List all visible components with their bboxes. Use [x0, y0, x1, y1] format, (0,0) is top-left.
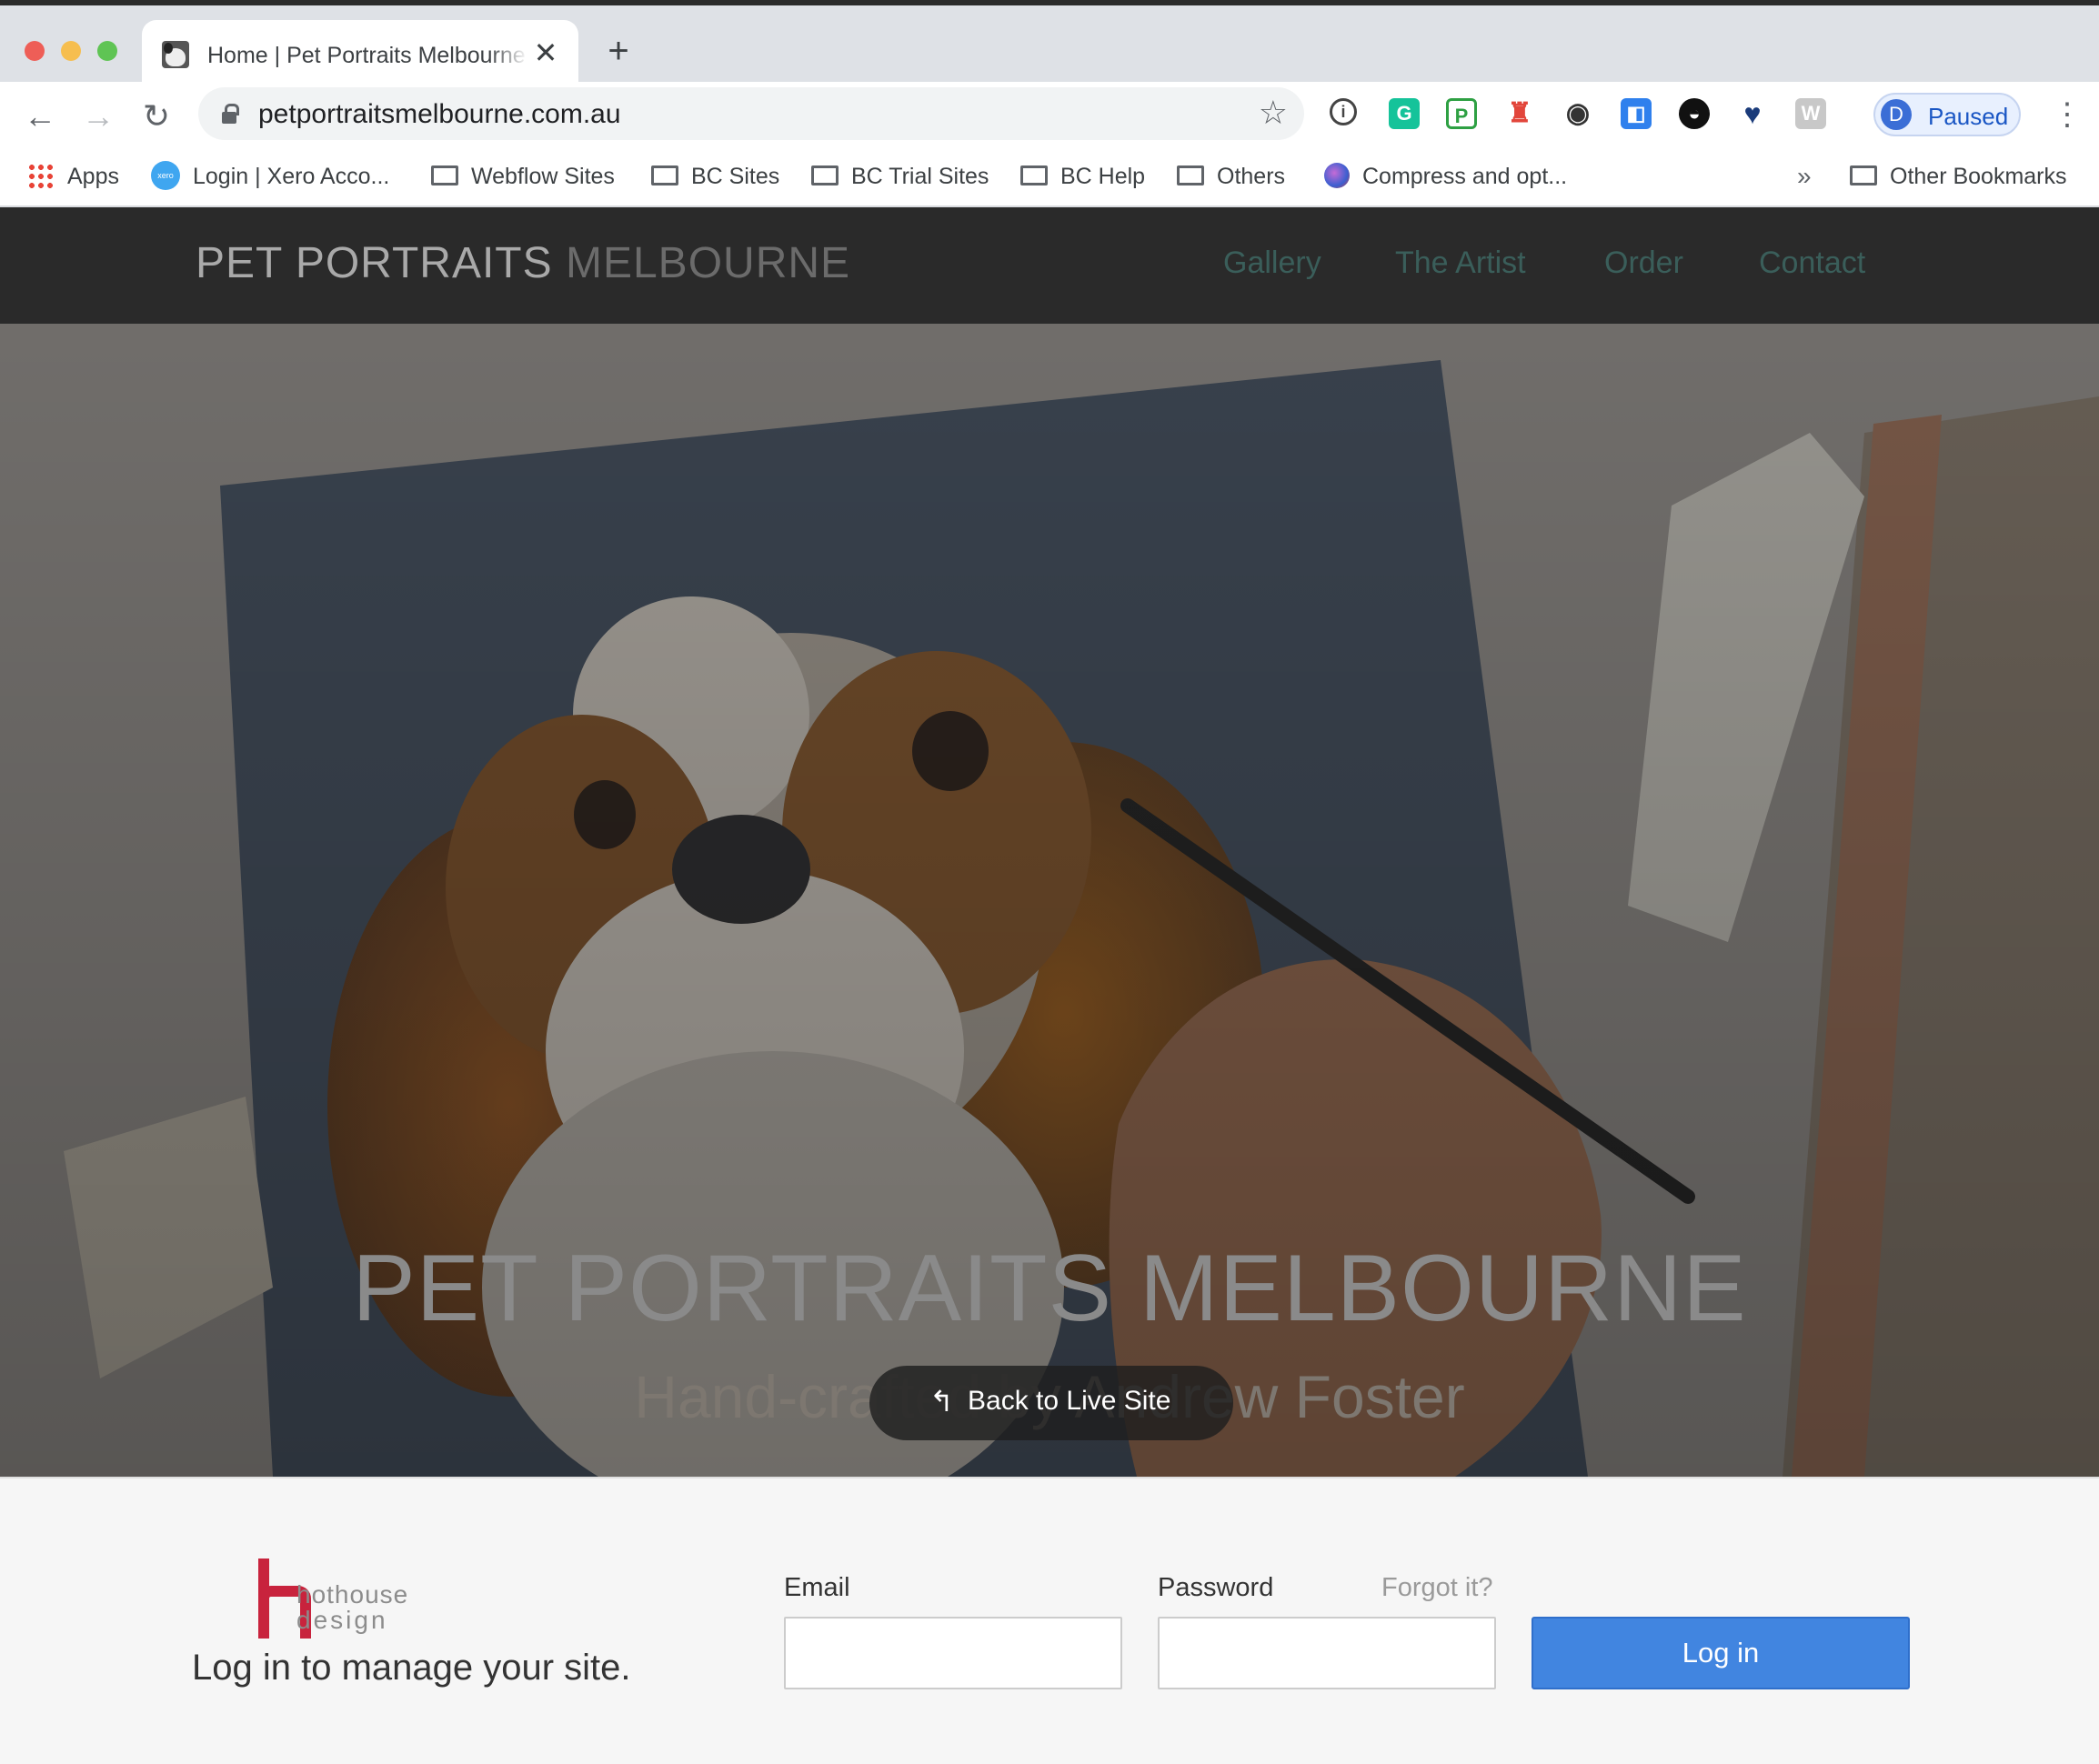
eye-mask-icon[interactable]: ◒	[1679, 98, 1710, 129]
hothouse-design-logo: hothouse design	[258, 1559, 422, 1639]
heart-extension-icon[interactable]: ♥	[1737, 98, 1768, 129]
brand-main: PET PORTRAITS	[196, 239, 553, 287]
tag-extension-icon[interactable]: ◧	[1621, 98, 1652, 129]
tab-title: Home | Pet Portraits Melbourne	[207, 43, 526, 68]
nav-link-order[interactable]: Order	[1604, 246, 1683, 281]
email-label: Email	[784, 1573, 850, 1602]
password-manager-icon[interactable]: i	[1330, 98, 1357, 125]
back-arrow-icon[interactable]: ←	[20, 96, 60, 136]
compress-icon	[1324, 163, 1350, 189]
nav-link-gallery[interactable]: Gallery	[1223, 246, 1321, 281]
address-bar[interactable]: petportraitsmelbourne.com.au ☆	[198, 87, 1304, 140]
reload-icon[interactable]: ↻	[136, 96, 176, 136]
bookmark-label: Login | Xero Acco...	[193, 164, 390, 189]
bookmark-xero[interactable]: xero Login | Xero Acco...	[151, 160, 389, 193]
tab-close-icon[interactable]: ✕	[529, 36, 562, 69]
hero-section: PET PORTRAITS MELBOURNE Hand-crafted by …	[0, 324, 2099, 1477]
bookmark-label: Other Bookmarks	[1890, 164, 2067, 189]
profile-status: Paused	[1928, 103, 2009, 130]
folder-icon	[651, 165, 678, 186]
forgot-password-link[interactable]: Forgot it?	[1381, 1573, 1493, 1603]
paragraph-extension-icon[interactable]: P	[1446, 98, 1477, 129]
close-window-button[interactable]	[25, 41, 45, 61]
bookmark-bc-trial-sites[interactable]: BC Trial Sites	[811, 160, 989, 193]
tab-strip: Home | Pet Portraits Melbourne ✕ +	[0, 5, 2099, 87]
bookmark-label: BC Sites	[691, 164, 780, 189]
bookmark-label: Apps	[67, 164, 119, 189]
browser-toolbar: ← → ↻ petportraitsmelbourne.com.au ☆ i G…	[0, 82, 2099, 149]
lock-icon[interactable]	[222, 104, 239, 124]
grammarly-icon[interactable]: G	[1389, 98, 1420, 129]
bookmark-label: BC Help	[1060, 164, 1146, 189]
email-field[interactable]	[784, 1617, 1122, 1689]
folder-icon	[431, 165, 458, 186]
bookmark-webflow-sites[interactable]: Webflow Sites	[431, 160, 615, 193]
site-favicon-icon	[162, 41, 189, 68]
other-bookmarks[interactable]: Other Bookmarks	[1850, 160, 2067, 193]
cms-login-bar: hothouse design Log in to manage your si…	[0, 1477, 2099, 1764]
folder-icon	[1020, 165, 1048, 186]
brand-dim: MELBOURNE	[565, 239, 851, 287]
bookmark-compress[interactable]: Compress and opt...	[1324, 160, 1567, 193]
active-tab[interactable]: Home | Pet Portraits Melbourne ✕	[142, 20, 578, 87]
bookmark-apps[interactable]: Apps	[27, 160, 119, 193]
url-text[interactable]: petportraitsmelbourne.com.au	[258, 99, 621, 130]
nav-link-the-artist[interactable]: The Artist	[1395, 246, 1526, 281]
bookmark-others[interactable]: Others	[1177, 160, 1285, 193]
login-tagline: Log in to manage your site.	[192, 1648, 631, 1688]
password-label: Password	[1158, 1573, 1274, 1602]
xero-icon: xero	[151, 161, 180, 191]
back-to-live-site-button[interactable]: ↰ Back to Live Site	[869, 1366, 1233, 1440]
apps-grid-icon	[27, 163, 53, 189]
lighthouse-icon[interactable]: ♜	[1504, 98, 1535, 129]
bookmark-star-icon[interactable]: ☆	[1259, 95, 1288, 131]
visibility-eye-icon[interactable]: ◉	[1562, 98, 1593, 129]
hero-title: PET PORTRAITS MELBOURNE	[352, 1236, 1747, 1341]
bookmark-label: Compress and opt...	[1362, 164, 1568, 189]
logo-line2: design	[296, 1606, 388, 1634]
minimize-window-button[interactable]	[61, 41, 81, 61]
bookmarks-bar: Apps xero Login | Xero Acco... Webflow Si…	[0, 149, 2099, 207]
zoom-window-button[interactable]	[97, 41, 117, 61]
site-brand[interactable]: PET PORTRAITS MELBOURNE	[196, 238, 850, 288]
folder-icon	[1177, 165, 1204, 186]
bookmark-bc-sites[interactable]: BC Sites	[651, 160, 779, 193]
folder-icon	[1850, 165, 1877, 186]
site-navbar: PET PORTRAITS MELBOURNE Gallery The Arti…	[0, 207, 2099, 324]
bookmark-label: Others	[1217, 164, 1286, 189]
bookmark-bc-help[interactable]: BC Help	[1020, 160, 1145, 193]
return-arrow-icon: ↰	[929, 1385, 954, 1418]
nav-link-contact[interactable]: Contact	[1759, 246, 1865, 281]
new-tab-button[interactable]: +	[600, 33, 637, 69]
logo-h-icon	[258, 1559, 311, 1639]
bookmark-label: Webflow Sites	[471, 164, 615, 189]
avatar: D	[1881, 99, 1912, 130]
bookmarks-overflow-icon[interactable]: »	[1797, 160, 1812, 193]
log-in-button[interactable]: Log in	[1532, 1617, 1910, 1689]
w-extension-icon[interactable]: W	[1795, 98, 1826, 129]
bookmark-label: BC Trial Sites	[851, 164, 989, 189]
profile-button[interactable]: D Paused	[1873, 93, 2021, 136]
password-field[interactable]	[1158, 1617, 1496, 1689]
more-menu-icon[interactable]: ⋮	[2052, 95, 2083, 135]
forward-arrow-icon[interactable]: →	[78, 96, 118, 136]
folder-icon	[811, 165, 839, 186]
back-to-live-site-label: Back to Live Site	[968, 1386, 1171, 1416]
